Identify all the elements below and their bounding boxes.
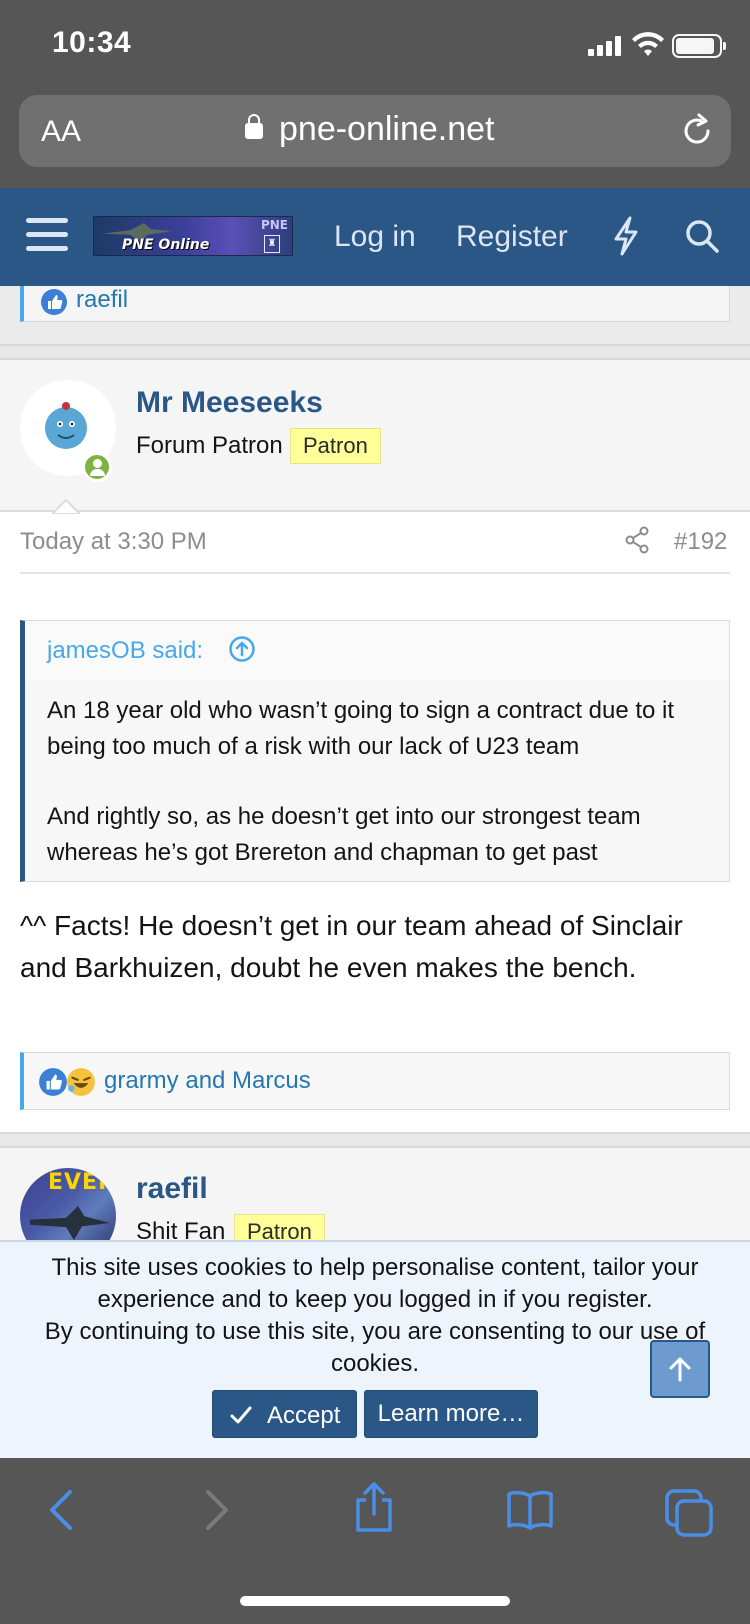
previous-post-reactions[interactable]: raefil bbox=[20, 286, 730, 322]
share-icon[interactable] bbox=[624, 526, 650, 554]
cookie-line-1: This site uses cookies to help personali… bbox=[51, 1254, 699, 1313]
post-message: ^^ Facts! He doesn’t get in our team ahe… bbox=[20, 910, 683, 983]
crest-icon: ♜ bbox=[264, 235, 280, 253]
learn-more-button[interactable]: Learn more… bbox=[364, 1390, 538, 1438]
go-to-quote-icon[interactable] bbox=[228, 635, 256, 663]
reaction-users[interactable]: raefil bbox=[76, 286, 128, 314]
back-icon[interactable] bbox=[44, 1488, 80, 1532]
check-icon bbox=[230, 1406, 252, 1424]
cookie-message: This site uses cookies to help personali… bbox=[20, 1252, 730, 1380]
cookie-notice: This site uses cookies to help personali… bbox=[0, 1240, 750, 1458]
logo-tag: PNE bbox=[260, 218, 288, 232]
quote-text: An 18 year old who wasn’t going to sign … bbox=[47, 693, 715, 871]
user-arrow-caret bbox=[52, 498, 80, 514]
plane-graphic bbox=[30, 1206, 110, 1240]
wifi-icon bbox=[632, 32, 664, 56]
patron-badge: Patron bbox=[290, 428, 381, 464]
quote-paragraph: And rightly so, as he doesn’t get into o… bbox=[47, 803, 641, 866]
site-header: PNE Online PNE ♜ Log in Register bbox=[0, 188, 750, 286]
home-indicator[interactable] bbox=[240, 1596, 510, 1606]
bookmarks-icon[interactable] bbox=[506, 1488, 554, 1532]
browser-toolbar bbox=[0, 1458, 750, 1624]
scroll-to-top-button[interactable] bbox=[650, 1340, 710, 1398]
quote-author[interactable]: jamesOB said: bbox=[47, 637, 203, 665]
cookie-line-2: By continuing to use this site, you are … bbox=[44, 1318, 706, 1377]
clock: 10:34 bbox=[52, 26, 132, 59]
menu-icon[interactable] bbox=[26, 218, 68, 254]
patron-badge: Patron bbox=[234, 1214, 325, 1240]
username[interactable]: Mr Meeseeks bbox=[136, 386, 323, 420]
search-icon[interactable] bbox=[684, 218, 720, 254]
post-user-block: Mr Meeseeks Forum Patron Patron bbox=[0, 360, 750, 514]
like-reaction-icon bbox=[41, 289, 67, 315]
cellular-signal-icon bbox=[588, 36, 624, 56]
quote-header[interactable]: jamesOB said: bbox=[25, 621, 729, 681]
divider bbox=[20, 572, 730, 574]
user-title: Shit Fan bbox=[136, 1218, 226, 1240]
reactions-bar[interactable]: grarmy and Marcus bbox=[20, 1052, 730, 1110]
text-size-button[interactable]: AA bbox=[41, 115, 81, 149]
quote-block: jamesOB said: An 18 year old who wasn’t … bbox=[20, 620, 730, 882]
avatar[interactable]: EVER bbox=[20, 1168, 116, 1240]
battery-icon bbox=[672, 34, 726, 58]
online-status-icon bbox=[82, 452, 112, 482]
site-logo[interactable]: PNE Online PNE ♜ bbox=[93, 216, 293, 256]
reload-icon[interactable] bbox=[679, 113, 715, 149]
register-link[interactable]: Register bbox=[456, 220, 568, 254]
post-separator bbox=[0, 1132, 750, 1148]
tabs-icon[interactable] bbox=[664, 1488, 714, 1538]
address-bar[interactable]: AA pne-online.net bbox=[19, 95, 731, 167]
haha-reaction-icon bbox=[67, 1068, 95, 1096]
post-separator bbox=[0, 344, 750, 360]
url-domain[interactable]: pne-online.net bbox=[279, 110, 495, 149]
forward-icon[interactable] bbox=[198, 1488, 234, 1532]
lock-icon bbox=[245, 114, 263, 139]
share-sheet-icon[interactable] bbox=[352, 1482, 396, 1534]
user-title: Forum Patron bbox=[136, 432, 283, 459]
post-number[interactable]: #192 bbox=[674, 528, 727, 556]
login-link[interactable]: Log in bbox=[334, 220, 416, 254]
avatar-graphic-text: EVER bbox=[48, 1170, 116, 1195]
browser-url-area: AA pne-online.net bbox=[0, 90, 750, 188]
arrow-up-icon bbox=[669, 1357, 691, 1382]
post-date[interactable]: Today at 3:30 PM bbox=[20, 528, 207, 556]
whats-new-bolt-icon[interactable] bbox=[612, 216, 640, 256]
status-bar: 10:34 bbox=[0, 0, 750, 90]
quote-paragraph: An 18 year old who wasn’t going to sign … bbox=[47, 697, 675, 760]
post: Mr Meeseeks Forum Patron Patron Today at… bbox=[0, 360, 750, 1132]
logo-text: PNE Online bbox=[122, 237, 210, 253]
accept-label: Accept bbox=[267, 1402, 341, 1429]
like-reaction-icon bbox=[39, 1068, 67, 1096]
next-post-user-block: EVER raefil Shit Fan Patron bbox=[0, 1148, 750, 1240]
username[interactable]: raefil bbox=[136, 1172, 208, 1206]
reaction-users[interactable]: grarmy and Marcus bbox=[104, 1067, 311, 1095]
accept-button[interactable]: Accept bbox=[212, 1390, 357, 1438]
